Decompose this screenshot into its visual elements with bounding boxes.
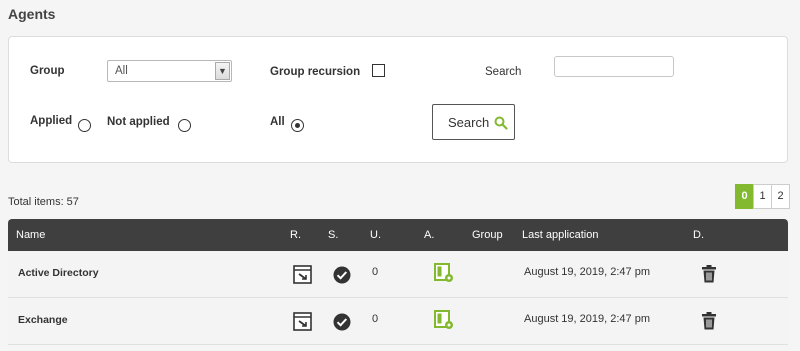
all-radio[interactable] bbox=[291, 119, 304, 132]
page-2[interactable]: 2 bbox=[771, 184, 790, 209]
page-1[interactable]: 1 bbox=[753, 184, 772, 209]
search-button[interactable]: Search bbox=[432, 104, 515, 140]
group-recursion-label: Group recursion bbox=[270, 66, 361, 78]
row-u: 0 bbox=[372, 266, 379, 278]
total-items: Total items: 57 bbox=[8, 196, 79, 208]
group-select[interactable]: All ▼ bbox=[107, 60, 232, 82]
status-ok-icon bbox=[333, 266, 351, 284]
header-last-application[interactable]: Last application bbox=[522, 229, 598, 241]
agents-table: Name R. S. U. A. Group Last application … bbox=[8, 219, 788, 345]
header-name[interactable]: Name bbox=[16, 229, 45, 241]
page-0[interactable]: 0 bbox=[735, 184, 754, 209]
search-icon bbox=[494, 116, 508, 130]
header-u[interactable]: U. bbox=[370, 229, 381, 241]
header-group[interactable]: Group bbox=[472, 229, 503, 241]
applied-radio[interactable] bbox=[78, 119, 91, 132]
not-applied-radio[interactable] bbox=[178, 119, 191, 132]
search-input[interactable] bbox=[554, 56, 674, 77]
remote-config-icon[interactable] bbox=[293, 312, 312, 331]
search-label: Search bbox=[485, 66, 522, 78]
row-name[interactable]: Active Directory bbox=[18, 267, 99, 279]
status-ok-icon bbox=[333, 313, 351, 331]
chevron-down-icon[interactable]: ▼ bbox=[215, 62, 230, 80]
header-r[interactable]: R. bbox=[290, 229, 301, 241]
group-recursion-checkbox[interactable] bbox=[372, 64, 385, 77]
table-row: Exchange 0 August 19, 2019, 2:47 pm bbox=[8, 298, 788, 345]
all-label: All bbox=[270, 116, 285, 128]
row-last-application: August 19, 2019, 2:47 pm bbox=[524, 313, 650, 325]
row-last-application: August 19, 2019, 2:47 pm bbox=[524, 266, 650, 278]
not-applied-label: Not applied bbox=[107, 116, 170, 128]
header-a[interactable]: A. bbox=[424, 229, 434, 241]
row-u: 0 bbox=[372, 313, 379, 325]
policy-apply-icon[interactable] bbox=[434, 310, 454, 330]
policy-apply-icon[interactable] bbox=[434, 263, 454, 283]
table-header: Name R. S. U. A. Group Last application … bbox=[8, 219, 788, 251]
pagination: 0 1 2 bbox=[735, 184, 790, 209]
group-label: Group bbox=[30, 65, 65, 77]
remote-config-icon[interactable] bbox=[293, 265, 312, 284]
header-s[interactable]: S. bbox=[328, 229, 338, 241]
trash-icon[interactable] bbox=[701, 265, 717, 283]
applied-label: Applied bbox=[30, 115, 73, 127]
header-d: D. bbox=[693, 229, 704, 241]
row-name[interactable]: Exchange bbox=[18, 314, 68, 326]
trash-icon[interactable] bbox=[701, 312, 717, 330]
filter-panel: Group All ▼ Group recursion Search Appli… bbox=[8, 36, 788, 163]
group-select-value: All bbox=[115, 65, 128, 77]
search-button-label: Search bbox=[448, 115, 490, 130]
page-title: Agents bbox=[8, 6, 56, 22]
table-row: Active Directory 0 August 19, 2019, 2:47… bbox=[8, 251, 788, 298]
